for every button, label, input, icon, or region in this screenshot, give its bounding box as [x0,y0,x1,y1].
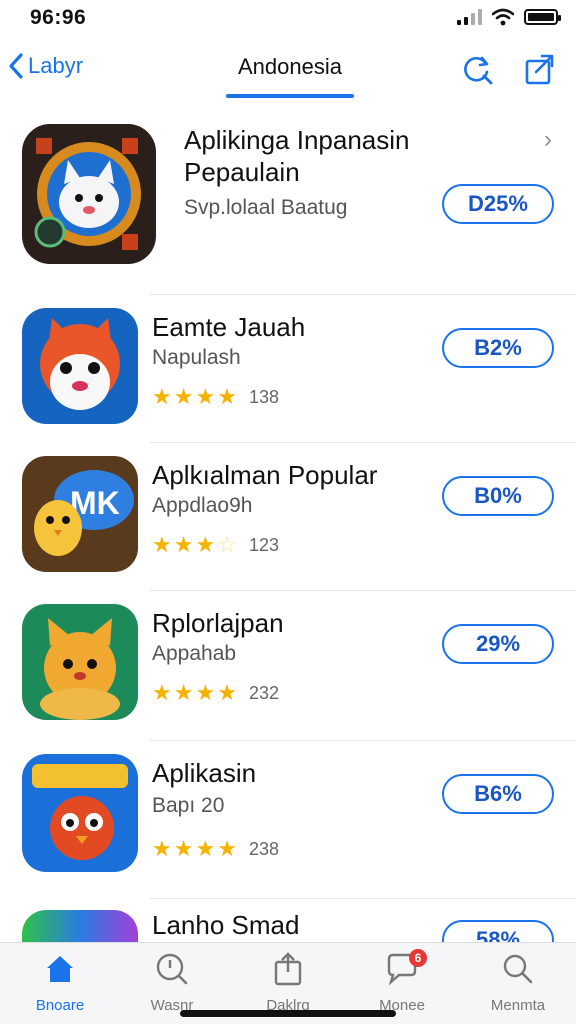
app-row[interactable]: Rplorlajpan Appahab ★ ★ ★ ★ 232 29% [0,590,576,738]
app-title: Rplorlajpan [152,608,284,638]
star-filled-icon: ★ [217,384,237,409]
get-button[interactable]: 29% [442,624,554,664]
refresh-search-icon [464,56,493,85]
star-rating: ★ ★ ★ ★ 138 [152,386,279,408]
tab-label: Menmta [490,997,546,1014]
search-icon [468,951,568,987]
rating-count: 238 [248,838,279,859]
star-filled-icon: ★ [152,836,172,861]
rainbow-cat-icon [22,910,138,942]
search-circle-icon [122,951,222,987]
app-row[interactable]: Lanho Smad 58% [0,898,576,942]
app-title: Aplikasin [152,758,257,788]
app-subtitle: Bapı 20 [152,794,225,817]
share-tray-icon [238,951,338,987]
star-filled-icon: ★ [152,384,172,409]
featured-app-subtitle: Svp.lolaal Baatug [184,196,348,219]
tab-search-circle[interactable]: Wasnr [122,951,222,1014]
chat-bubble-icon: 6 [352,949,452,987]
star-rating: ★ ★ ★ ★ 232 [152,682,279,704]
home-indicator [180,1010,396,1017]
app-title: Lanho Smad [152,910,300,940]
app-row[interactable]: Aplikasin Bapı 20 ★ ★ ★ ★ 238 B6% [0,740,576,898]
tab-share[interactable]: Daklrg [238,951,338,1014]
star-filled-icon: ★ [152,680,172,705]
star-rating: ★ ★ ★ ☆ 123 [152,534,279,556]
star-filled-icon: ★ [195,532,216,557]
cat-on-compass-icon [22,124,156,264]
wifi-icon [492,8,514,26]
rating-count: 138 [248,386,279,407]
navigation-bar: Labyr Andonesia [0,40,576,100]
app-subtitle: Appahab [152,642,237,665]
tab-home[interactable]: Bnoare [10,951,110,1014]
fox-character-icon [22,308,138,424]
star-filled-icon: ★ [195,680,216,705]
star-filled-icon: ★ [152,532,172,557]
chevron-left-icon [9,53,23,79]
star-filled-icon: ★ [173,384,194,409]
app-subtitle: Appdlao9h [152,494,253,517]
tab-messages[interactable]: 6 Monee [352,949,452,1014]
app-subtitle: Napulash [152,346,241,369]
get-button[interactable]: B6% [442,774,554,814]
star-filled-icon: ★ [217,680,237,705]
notification-badge: 6 [409,949,427,967]
featured-app-title: Aplikinga Inpanasin Pepaulain [184,124,410,188]
active-tab-underline [226,94,354,98]
featured-title-line2: Pepaulain [184,157,300,187]
status-time: 96:96 [30,6,87,29]
app-title: Aplkıalman Popular [152,460,378,490]
status-icons [457,8,561,26]
star-filled-icon: ★ [195,836,216,861]
get-button[interactable]: B0% [442,476,554,516]
tab-search[interactable]: Menmta [468,951,568,1014]
status-bar: 96:96 [0,0,576,34]
app-row[interactable]: MK Aplkıalman Popular Appdlao9h ★ ★ ★ ☆ 123 … [0,442,576,590]
star-rating: ★ ★ ★ ★ 238 [152,838,279,860]
tab-label: Bnoare [35,997,85,1014]
battery-icon [524,9,561,25]
chevron-right-icon: › [544,126,552,153]
rating-count: 123 [248,534,279,555]
star-filled-icon: ★ [217,836,237,861]
home-icon [10,951,110,987]
share-icon [525,54,554,85]
star-filled-icon: ★ [173,836,194,861]
featured-title-line1: Aplikinga Inpanasin [184,125,410,155]
star-filled-icon: ★ [173,532,194,557]
get-button[interactable]: 58% [442,920,554,942]
chick-speech-bubble-icon: MK [22,456,138,572]
refresh-search-button[interactable] [460,52,494,86]
featured-app-row[interactable]: Aplikinga Inpanasin Pepaulain Svp.lolaal… [0,104,576,294]
app-title: Eamte Jauah [152,312,306,342]
share-button[interactable] [522,52,556,86]
rating-count: 232 [248,682,279,703]
get-button[interactable]: B2% [442,328,554,368]
tab-title-wrap[interactable]: Andonesia [226,54,354,80]
featured-get-button[interactable]: D25% [442,184,554,224]
star-empty-icon: ☆ [217,532,237,557]
star-filled-icon: ★ [173,680,194,705]
cellular-signal-icon [457,9,482,25]
page-title: Andonesia [238,54,342,79]
red-bird-icon [22,754,138,872]
app-row[interactable]: Eamte Jauah Napulash ★ ★ ★ ★ 138 B2% [0,294,576,442]
star-filled-icon: ★ [195,384,216,409]
back-label: Labyr [28,53,84,78]
orange-cat-icon [22,604,138,720]
back-button[interactable]: Labyr [8,52,83,80]
